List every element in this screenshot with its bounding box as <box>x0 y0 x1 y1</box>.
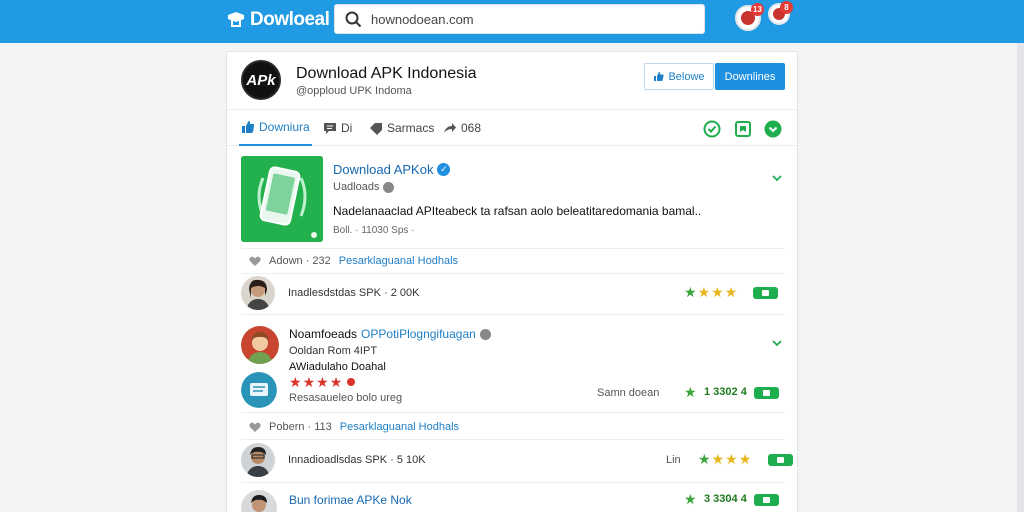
page-title: Download APK Indonesia <box>296 65 477 82</box>
brand-label: Dowloeal <box>250 9 330 30</box>
tab-share[interactable]: 068 <box>443 110 481 146</box>
divider <box>241 439 785 440</box>
post-avatar[interactable] <box>241 490 277 512</box>
chevron-down-icon[interactable] <box>771 337 783 349</box>
tab-label: 068 <box>461 121 482 135</box>
page-card: APk Download APK Indonesia @opploud UPK … <box>226 51 798 512</box>
notifications-avatar[interactable]: 13 <box>735 3 764 31</box>
comment-rating-stars: ★ ★ ★ ★ <box>289 375 356 389</box>
chevron-down-icon[interactable] <box>771 172 783 184</box>
green-star-icon: ★ <box>684 491 697 507</box>
divider <box>241 314 785 315</box>
comment-count: 1 3302 4 <box>704 386 747 398</box>
stats-text: Adown · 232 <box>269 255 331 267</box>
top-bar: Dowloeal 13 8 <box>0 0 1024 43</box>
review-text: Innadioadlsdas SPK · 5 10K <box>288 454 426 466</box>
app-avatar[interactable] <box>241 372 277 408</box>
download-label: Downlines <box>724 70 776 83</box>
page-logo[interactable]: APk <box>241 60 281 100</box>
tab-bar: Downiura Di Sarmacs 068 <box>227 109 797 146</box>
post-subtitle: Uadloads <box>333 181 395 193</box>
verified-icon: ✓ <box>437 163 451 176</box>
tab-label: Downiura <box>259 120 310 134</box>
globe-icon <box>479 328 491 340</box>
divider <box>241 273 785 274</box>
globe-icon <box>383 181 395 193</box>
thumbs-up-icon <box>242 121 255 133</box>
post-meta: Boll. · 11030 Sps · <box>333 225 415 236</box>
phone-icon <box>241 156 323 242</box>
comment-icon <box>324 123 336 134</box>
green-star-icon: ★ <box>684 384 697 400</box>
download-pill-icon[interactable] <box>753 287 778 299</box>
download-pill-icon[interactable] <box>754 387 779 399</box>
commenter-avatar[interactable] <box>241 326 279 364</box>
reviewer-avatar[interactable] <box>241 276 275 310</box>
rating-stars: ★ ★ ★ ★ <box>684 284 738 300</box>
comment-header: Noamfoeads OPPotiPlogngifuagan <box>289 327 491 341</box>
stats-row: Pobern · 113 Pesarklaguanal Hodhals <box>249 418 459 436</box>
post-description: Nadelanaaclad APIteabeck ta rafsan aolo … <box>333 204 702 218</box>
post-subtitle-text: Uadloads <box>333 181 380 193</box>
stats-row: Adown · 232 Pesarklaguanal Hodhals <box>249 252 458 270</box>
commenter-link[interactable]: OPPotiPlogngifuagan <box>361 327 476 341</box>
check-circle-icon[interactable] <box>703 120 721 138</box>
scrollbar[interactable] <box>1017 43 1024 512</box>
bookmark-box-icon[interactable] <box>734 120 752 138</box>
review-text: Inadlesdstdas SPK · 2 00K <box>288 287 420 299</box>
post-title-text: Download APKok <box>333 162 434 177</box>
comment-line1: Ooldan Rom 4IPT <box>289 345 378 357</box>
comment-line3: Resasaueleo bolo ureg <box>289 392 403 404</box>
chevron-circle-icon[interactable] <box>764 120 782 138</box>
follow-button[interactable]: Belowe <box>644 63 714 90</box>
divider <box>241 412 785 413</box>
stats-text: Pobern · 113 <box>269 421 332 433</box>
follow-label: Belowe <box>668 70 705 83</box>
share-arrow-icon <box>444 123 456 133</box>
page-handle: @opploud UPK Indoma <box>296 85 412 97</box>
review-side-text: Lin <box>666 454 681 466</box>
tab-samples[interactable]: Sarmacs <box>369 110 434 146</box>
review-row[interactable]: Inadlesdstdas SPK · 2 00K ★ ★ ★ ★ <box>241 276 785 310</box>
brand-logo[interactable]: Dowloeal <box>226 9 330 31</box>
search-input[interactable] <box>371 11 691 27</box>
thumbs-up-icon <box>654 72 665 81</box>
stats-link[interactable]: Pesarklaguanal Hodhals <box>340 421 459 433</box>
notification-badge: 13 <box>751 3 764 16</box>
download-pill-icon[interactable] <box>754 494 779 506</box>
app-thumbnail[interactable] <box>241 156 323 242</box>
comment-line2: AWiadulaho Doahal <box>289 361 386 373</box>
message-badge: 8 <box>780 1 793 14</box>
reviewer-avatar[interactable] <box>241 443 275 477</box>
tab-download[interactable]: Downiura <box>239 110 312 146</box>
next-post-title[interactable]: Bun forimae APKe Nok <box>289 493 412 507</box>
page-header: APk Download APK Indonesia @opploud UPK … <box>227 52 797 108</box>
tag-icon <box>370 123 382 135</box>
divider <box>241 482 785 483</box>
heart-icon[interactable] <box>249 256 261 267</box>
tab-label: Sarmacs <box>387 121 435 135</box>
download-pill-icon[interactable] <box>768 454 793 466</box>
search-icon <box>345 11 362 27</box>
post-title[interactable]: Download APKok ✓ <box>333 162 451 177</box>
download-logo-icon <box>228 12 244 27</box>
messages-avatar[interactable]: 8 <box>768 1 793 25</box>
review-row[interactable]: Innadioadlsdas SPK · 5 10K Lin ★ ★ ★ ★ <box>241 443 793 477</box>
rating-stars: ★ ★ ★ ★ <box>698 451 752 467</box>
featured-post[interactable]: Download APKok ✓ Uadloads Nadelanaaclad … <box>241 156 785 248</box>
heart-icon[interactable] <box>249 422 261 433</box>
comment-side-text: Samn doean <box>597 387 660 399</box>
tab-discussion[interactable]: Di <box>323 110 352 146</box>
stats-link[interactable]: Pesarklaguanal Hodhals <box>339 255 458 267</box>
download-button[interactable]: Downlines <box>715 63 785 90</box>
search-box[interactable] <box>334 4 705 34</box>
next-post-count: 3 3304 4 <box>704 493 747 505</box>
commenter-name[interactable]: Noamfoeads <box>289 327 357 341</box>
tab-label: Di <box>341 121 353 135</box>
divider <box>241 248 785 249</box>
